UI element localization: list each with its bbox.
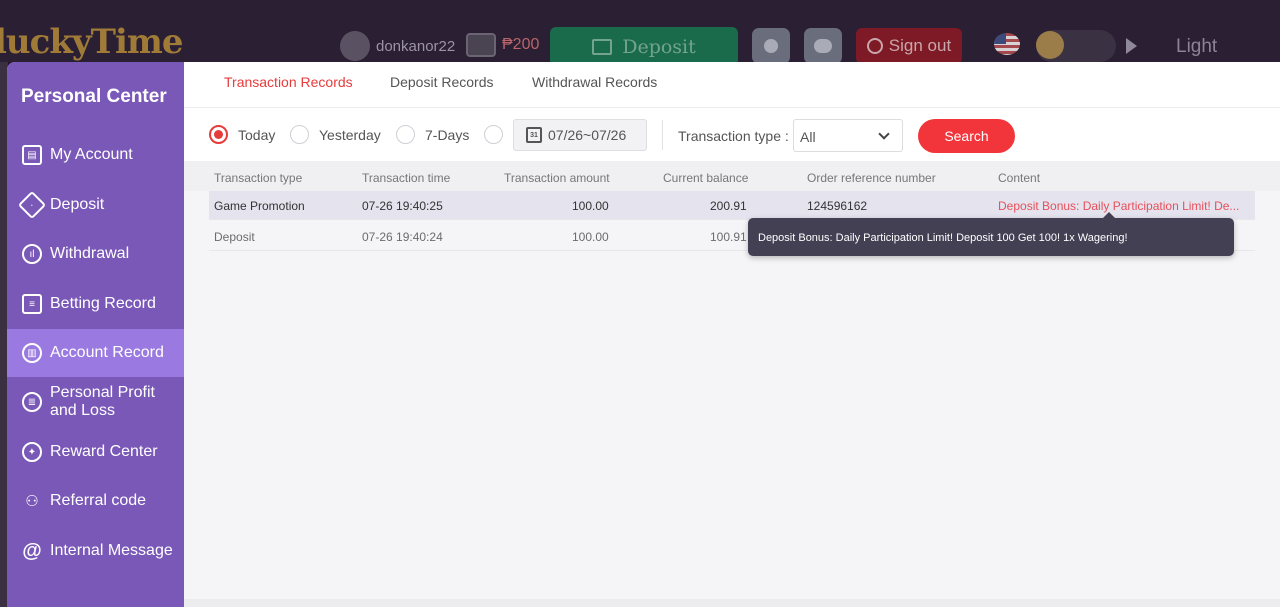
search-button[interactable]: Search <box>918 119 1015 153</box>
deposit-icon: · <box>17 190 47 220</box>
deposit-wallet-icon <box>592 39 613 55</box>
cell-time: 07-26 19:40:24 <box>362 230 443 244</box>
radio-dot <box>290 125 309 144</box>
coin-icon <box>1036 31 1064 59</box>
filter-bar: Today Yesterday 7-Days 31 07/26~07/26 Tr… <box>184 108 1280 161</box>
sidebar-item-label: Personal Profit and Loss <box>50 384 155 419</box>
chevron-down-icon <box>878 128 890 140</box>
play-icon[interactable] <box>1126 38 1137 54</box>
cell-time: 07-26 19:40:25 <box>362 199 443 213</box>
sidebar-item-betting-record[interactable]: ≡ Betting Record <box>7 280 184 328</box>
account-icon: ▤ <box>22 145 42 165</box>
calendar-icon: 31 <box>526 127 542 143</box>
reward-icon: ✦ <box>22 442 42 462</box>
sidebar-item-referral-code[interactable]: ⚇ Referral code <box>7 477 184 525</box>
sidebar-item-label: Internal Message <box>50 542 173 559</box>
sidebar-item-label: Withdrawal <box>50 245 130 262</box>
cell-type: Game Promotion <box>214 199 305 213</box>
us-flag-icon[interactable] <box>994 33 1020 55</box>
cell-ref: 124596162 <box>807 199 868 213</box>
table-header: Transaction type Transaction time Transa… <box>184 161 1280 191</box>
sidebar-item-profit-loss[interactable]: ≣ Personal Profit and Loss <box>7 378 184 426</box>
at-icon: @ <box>22 539 42 562</box>
profit-icon: ≣ <box>22 392 42 412</box>
filter-divider <box>662 120 663 150</box>
column-header: Transaction amount <box>504 171 610 185</box>
personal-center-modal: Personal Center ▤ My Account · Deposit ı… <box>7 62 1280 607</box>
cell-balance: 100.91 <box>710 230 747 244</box>
sidebar: Personal Center ▤ My Account · Deposit ı… <box>7 62 184 607</box>
sidebar-title: Personal Center <box>21 86 167 107</box>
radio-7-days[interactable]: 7-Days <box>396 125 469 144</box>
user-info[interactable]: donkanor22 <box>340 31 455 61</box>
content-tooltip: Deposit Bonus: Daily Participation Limit… <box>748 212 1234 256</box>
profile-button[interactable] <box>752 28 790 64</box>
cell-type: Deposit <box>214 230 255 244</box>
column-header: Transaction type <box>214 171 303 185</box>
sign-out-label: Sign out <box>888 36 952 55</box>
date-range-picker[interactable]: 31 07/26~07/26 <box>513 119 647 151</box>
column-header: Current balance <box>663 171 749 185</box>
person-icon <box>764 39 778 53</box>
power-icon <box>866 38 883 54</box>
wallet-balance[interactable]: ₱200 <box>466 33 539 57</box>
site-logo[interactable]: luckyTime <box>0 22 183 62</box>
sidebar-item-label: Deposit <box>50 196 105 213</box>
radio-yesterday[interactable]: Yesterday <box>290 125 381 144</box>
cell-amount: 100.00 <box>572 199 609 213</box>
wallet-icon <box>466 33 496 57</box>
radio-dot <box>209 125 228 144</box>
sidebar-item-internal-message[interactable]: @ Internal Message <box>7 527 184 575</box>
balance-amount: ₱200 <box>502 36 540 53</box>
radio-label: Today <box>238 126 276 143</box>
clipboard-icon: ≡ <box>22 294 42 314</box>
sidebar-item-label: Account Record <box>50 344 164 361</box>
cell-amount: 100.00 <box>572 230 609 244</box>
table-row[interactable]: Game Promotion 07-26 19:40:25 100.00 200… <box>209 191 1255 220</box>
tab-withdrawal-records[interactable]: Withdrawal Records <box>532 74 657 106</box>
header-deposit-label: Deposit <box>622 36 696 58</box>
transaction-type-label: Transaction type : <box>678 128 789 144</box>
transaction-type-value: All <box>800 129 816 145</box>
sidebar-item-account-record[interactable]: ▥ Account Record <box>7 329 184 377</box>
withdrawal-icon: ıl <box>22 244 42 264</box>
tab-transaction-records[interactable]: Transaction Records <box>214 74 363 118</box>
radio-dot <box>396 125 415 144</box>
radio-custom[interactable] <box>484 125 503 144</box>
sidebar-item-deposit[interactable]: · Deposit <box>7 181 184 229</box>
column-header: Content <box>998 171 1041 185</box>
cell-balance: 200.91 <box>710 199 747 213</box>
radio-label: Yesterday <box>319 126 381 143</box>
theme-label[interactable]: Light <box>1176 36 1217 58</box>
records-tabs: Transaction Records Deposit Records With… <box>184 62 1280 118</box>
sidebar-item-label: My Account <box>50 146 133 163</box>
header-deposit-button[interactable]: Deposit <box>550 27 738 67</box>
cell-content[interactable]: Deposit Bonus: Daily Participation Limit… <box>998 199 1239 213</box>
username: donkanor22 <box>376 37 456 55</box>
sign-out-button[interactable]: Sign out <box>856 28 962 64</box>
sidebar-item-my-account[interactable]: ▤ My Account <box>7 131 184 179</box>
transaction-type-select[interactable]: All <box>793 119 903 152</box>
sidebar-item-label: Betting Record <box>50 295 156 312</box>
record-icon: ▥ <box>22 343 42 363</box>
sidebar-item-label: Referral code <box>50 492 147 509</box>
tab-deposit-records[interactable]: Deposit Records <box>390 74 494 106</box>
site-header: luckyTime donkanor22 ₱200 Deposit Sign o… <box>0 0 1280 67</box>
radio-label: 7-Days <box>425 126 470 143</box>
sidebar-item-label: Reward Center <box>50 443 158 460</box>
column-header: Order reference number <box>807 171 936 185</box>
main-content: Transaction Records Deposit Records With… <box>184 62 1280 607</box>
user-avatar-icon <box>340 31 370 61</box>
horizontal-scrollbar[interactable] <box>184 599 1280 607</box>
sidebar-item-withdrawal[interactable]: ıl Withdrawal <box>7 230 184 278</box>
referral-icon: ⚇ <box>25 493 39 510</box>
radio-today[interactable]: Today <box>209 125 275 144</box>
date-range-value: 07/26~07/26 <box>548 127 627 143</box>
radio-dot <box>484 125 503 144</box>
column-header: Transaction time <box>362 171 451 185</box>
chat-icon <box>814 39 832 53</box>
chat-button[interactable] <box>804 28 842 64</box>
sidebar-item-reward-center[interactable]: ✦ Reward Center <box>7 428 184 476</box>
